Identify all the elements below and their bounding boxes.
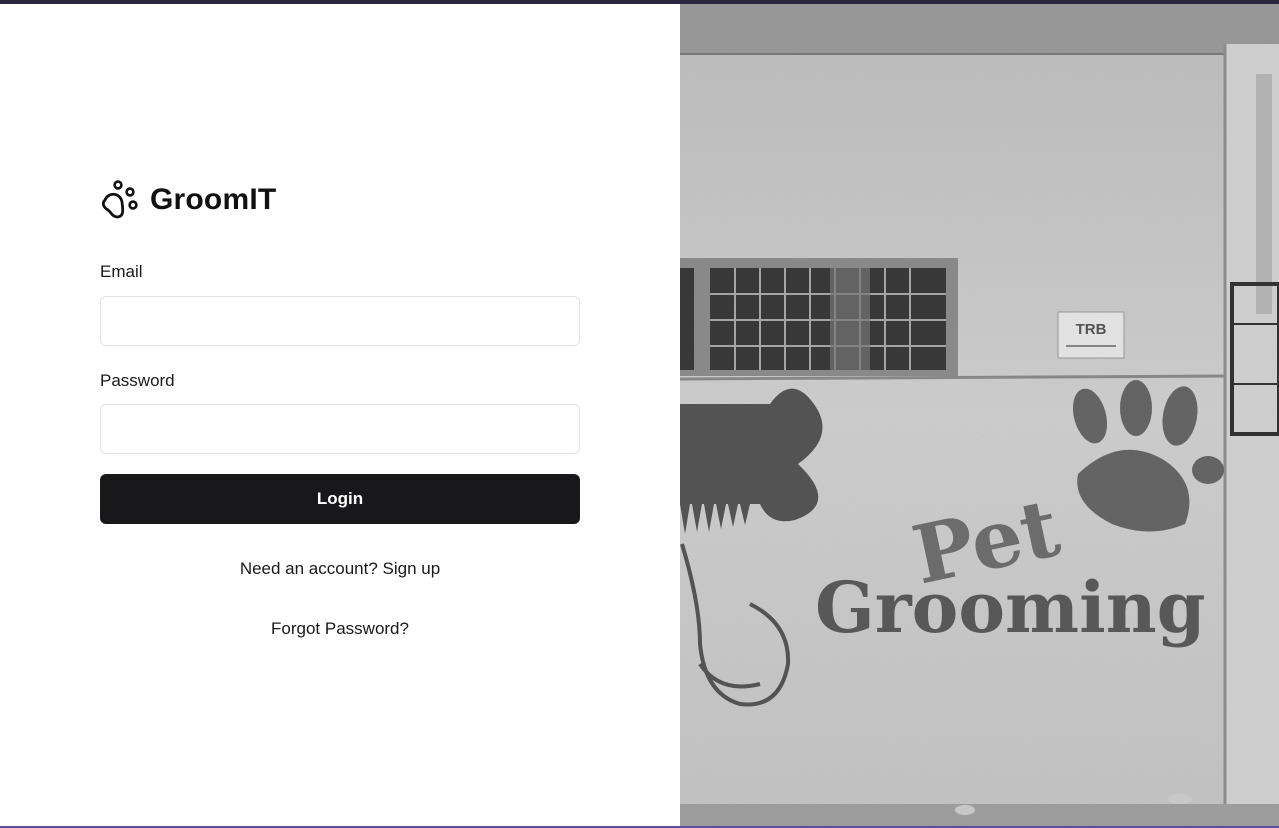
password-label: Password: [100, 371, 175, 390]
forgot-password-link[interactable]: Forgot Password?: [100, 619, 580, 639]
paw-icon: [101, 180, 138, 219]
login-panel: GroomIT Email Password Login Need an acc…: [0, 4, 680, 826]
pet-grooming-wall-photo: TRB Pet Grooming: [680, 4, 1279, 826]
password-field[interactable]: [100, 404, 580, 454]
login-button[interactable]: Login: [100, 474, 580, 524]
signup-link[interactable]: Need an account? Sign up: [100, 559, 580, 579]
brand: GroomIT: [100, 180, 276, 220]
hero-image: TRB Pet Grooming: [680, 4, 1279, 826]
email-label: Email: [100, 262, 143, 281]
mural-text-grooming: Grooming: [815, 566, 1206, 649]
app-window: GroomIT Email Password Login Need an acc…: [0, 4, 1279, 826]
email-field[interactable]: [100, 296, 580, 346]
wall-sign-text: TRB: [1076, 321, 1107, 338]
brand-name: GroomIT: [150, 183, 277, 216]
